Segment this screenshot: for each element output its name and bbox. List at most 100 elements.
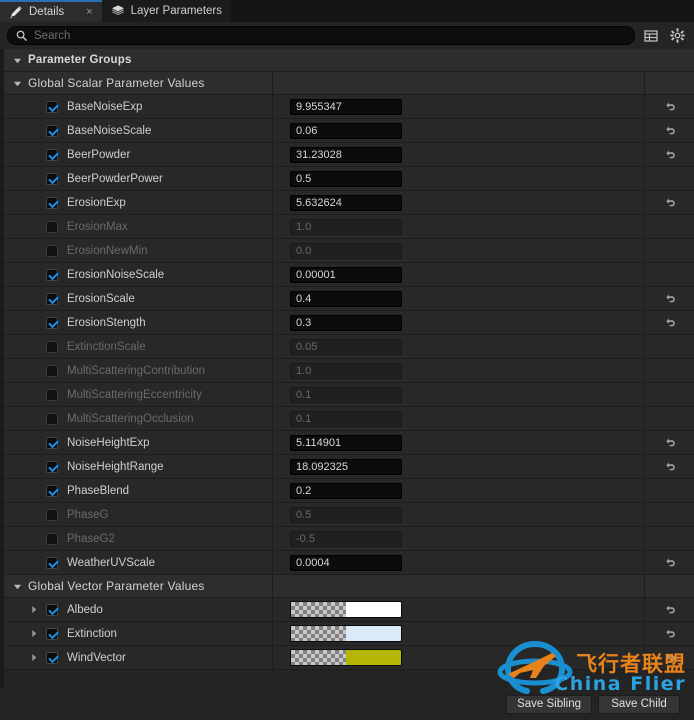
table-row[interactable]: MultiScatteringContribution 1.0 — [4, 359, 694, 383]
tab-details[interactable]: Details × — [0, 0, 102, 22]
parameter-checkbox[interactable] — [46, 316, 58, 329]
value-input[interactable]: 0.2 — [290, 482, 402, 499]
reset-to-default-icon[interactable] — [663, 148, 677, 162]
parameter-checkbox[interactable] — [46, 484, 58, 497]
value-input[interactable]: 0.06 — [290, 122, 402, 139]
reset-cell — [644, 359, 694, 382]
reset-to-default-icon[interactable] — [663, 556, 677, 570]
parameter-checkbox[interactable] — [46, 627, 58, 640]
value-input[interactable]: 0.5 — [290, 506, 402, 523]
reset-to-default-icon[interactable] — [663, 124, 677, 138]
reset-to-default-icon[interactable] — [663, 651, 677, 665]
save-child-button[interactable]: Save Child — [598, 694, 680, 714]
expander-arrow-icon[interactable] — [28, 628, 40, 640]
table-row[interactable]: MultiScatteringEccentricity 0.1 — [4, 383, 694, 407]
color-swatch[interactable] — [290, 625, 402, 642]
table-row[interactable]: ErosionNoiseScale 0.00001 — [4, 263, 694, 287]
value-input[interactable]: 31.23028 — [290, 146, 402, 163]
group-header-parameter-groups[interactable]: Parameter Groups — [4, 49, 694, 72]
table-row[interactable]: PhaseBlend 0.2 — [4, 479, 694, 503]
value-input[interactable]: 0.05 — [290, 338, 402, 355]
table-row[interactable]: Albedo — [4, 598, 694, 622]
table-row[interactable]: Extinction — [4, 622, 694, 646]
value-input[interactable]: 0.1 — [290, 386, 402, 403]
parameter-checkbox[interactable] — [46, 148, 58, 161]
table-row[interactable]: WeatherUVScale 0.0004 — [4, 551, 694, 575]
parameter-name-cell: ErosionNewMin — [4, 239, 272, 262]
parameter-checkbox[interactable] — [46, 556, 58, 569]
parameter-name-cell: ErosionExp — [4, 191, 272, 214]
save-sibling-button[interactable]: Save Sibling — [506, 694, 592, 714]
value-input[interactable]: -0.5 — [290, 530, 402, 547]
table-row[interactable]: WindVector — [4, 646, 694, 670]
table-row[interactable]: PhaseG2 -0.5 — [4, 527, 694, 551]
table-row[interactable]: ErosionMax 1.0 — [4, 215, 694, 239]
parameter-value-cell: 0.2 — [272, 479, 644, 502]
reset-to-default-icon[interactable] — [663, 603, 677, 617]
reset-to-default-icon[interactable] — [663, 100, 677, 114]
group-header-global-vector-parameter-values[interactable]: Global Vector Parameter Values — [4, 575, 694, 598]
parameter-checkbox[interactable] — [46, 220, 58, 233]
table-row[interactable]: ErosionExp 5.632624 — [4, 191, 694, 215]
parameter-checkbox[interactable] — [46, 124, 58, 137]
value-input[interactable]: 5.114901 — [290, 434, 402, 451]
table-row[interactable]: BeerPowder 31.23028 — [4, 143, 694, 167]
parameter-checkbox[interactable] — [46, 244, 58, 257]
value-input[interactable]: 9.955347 — [290, 98, 402, 115]
parameter-name-cell: NoiseHeightRange — [4, 455, 272, 478]
value-input[interactable]: 18.092325 — [290, 458, 402, 475]
parameter-checkbox[interactable] — [46, 412, 58, 425]
close-icon[interactable]: × — [86, 6, 92, 18]
table-row[interactable]: BeerPowderPower 0.5 — [4, 167, 694, 191]
value-input[interactable]: 0.4 — [290, 290, 402, 307]
reset-to-default-icon[interactable] — [663, 196, 677, 210]
parameter-checkbox[interactable] — [46, 651, 58, 664]
parameter-checkbox[interactable] — [46, 100, 58, 113]
parameter-checkbox[interactable] — [46, 388, 58, 401]
parameter-checkbox[interactable] — [46, 508, 58, 521]
table-row[interactable]: BaseNoiseScale 0.06 — [4, 119, 694, 143]
table-row[interactable]: MultiScatteringOcclusion 0.1 — [4, 407, 694, 431]
reset-to-default-icon[interactable] — [663, 436, 677, 450]
table-row[interactable]: NoiseHeightRange 18.092325 — [4, 455, 694, 479]
value-input[interactable]: 0.0004 — [290, 554, 402, 571]
gear-icon[interactable] — [667, 26, 687, 46]
value-input[interactable]: 0.00001 — [290, 266, 402, 283]
group-header-global-scalar-parameter-values[interactable]: Global Scalar Parameter Values — [4, 72, 694, 95]
parameter-checkbox[interactable] — [46, 196, 58, 209]
value-input[interactable]: 0.0 — [290, 242, 402, 259]
reset-to-default-icon[interactable] — [663, 627, 677, 641]
expander-arrow-icon[interactable] — [28, 604, 40, 616]
reset-to-default-icon[interactable] — [663, 316, 677, 330]
parameter-checkbox[interactable] — [46, 268, 58, 281]
value-input[interactable]: 0.1 — [290, 410, 402, 427]
table-row[interactable]: ExtinctionScale 0.05 — [4, 335, 694, 359]
color-swatch[interactable] — [290, 649, 402, 666]
value-input[interactable]: 0.3 — [290, 314, 402, 331]
table-row[interactable]: ErosionScale 0.4 — [4, 287, 694, 311]
parameter-checkbox[interactable] — [46, 436, 58, 449]
reset-to-default-icon[interactable] — [663, 460, 677, 474]
value-input[interactable]: 5.632624 — [290, 194, 402, 211]
table-row[interactable]: PhaseG 0.5 — [4, 503, 694, 527]
parameter-checkbox[interactable] — [46, 292, 58, 305]
parameter-checkbox[interactable] — [46, 172, 58, 185]
table-columns-icon[interactable] — [641, 26, 661, 46]
reset-to-default-icon[interactable] — [663, 292, 677, 306]
value-input[interactable]: 1.0 — [290, 218, 402, 235]
parameter-checkbox[interactable] — [46, 340, 58, 353]
table-row[interactable]: ErosionNewMin 0.0 — [4, 239, 694, 263]
parameter-checkbox[interactable] — [46, 364, 58, 377]
search-input[interactable]: Search — [7, 26, 635, 45]
parameter-checkbox[interactable] — [46, 603, 58, 616]
value-input[interactable]: 1.0 — [290, 362, 402, 379]
color-swatch[interactable] — [290, 601, 402, 618]
parameter-checkbox[interactable] — [46, 460, 58, 473]
expander-arrow-icon[interactable] — [28, 652, 40, 664]
value-input[interactable]: 0.5 — [290, 170, 402, 187]
table-row[interactable]: NoiseHeightExp 5.114901 — [4, 431, 694, 455]
table-row[interactable]: BaseNoiseExp 9.955347 — [4, 95, 694, 119]
parameter-checkbox[interactable] — [46, 532, 58, 545]
tab-layer-parameters[interactable]: Layer Parameters — [101, 0, 231, 22]
table-row[interactable]: ErosionStength 0.3 — [4, 311, 694, 335]
